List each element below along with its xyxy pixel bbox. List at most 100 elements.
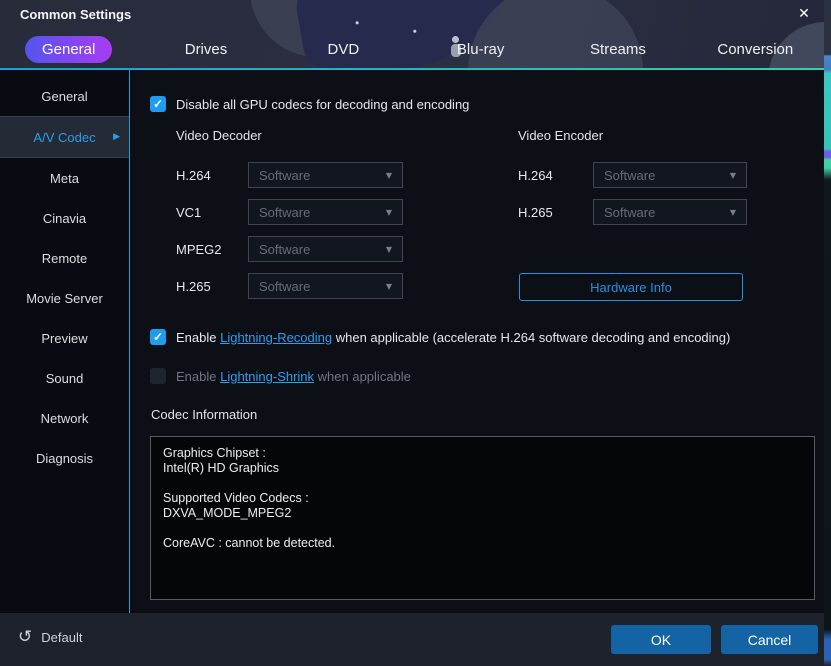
- chevron-right-icon: ▶: [113, 132, 120, 142]
- chevron-down-icon: ▼: [385, 170, 392, 180]
- chevron-down-icon: ▼: [729, 170, 736, 180]
- shrink-label-suffix: when applicable: [314, 368, 411, 384]
- window-title: Common Settings: [20, 7, 132, 22]
- encoder-codec-label: H.265: [518, 204, 553, 220]
- encoder-row-h-265: H.265 Software ▼: [518, 199, 747, 225]
- decoder-codec-label: H.265: [176, 278, 211, 294]
- sidebar-item-network[interactable]: Network: [0, 398, 129, 438]
- tab-bar: General Drives DVD Blu-ray Streams Conversion: [0, 30, 824, 68]
- dropdown-value: Software: [259, 204, 311, 220]
- shrink-label-prefix: Enable: [176, 368, 221, 384]
- dropdown-value: Software: [604, 167, 656, 183]
- chevron-down-icon: ▼: [385, 207, 392, 217]
- tab-conversion[interactable]: Conversion: [687, 30, 824, 68]
- sidebar-item-label: Cinavia: [42, 210, 87, 226]
- tab-label: Streams: [590, 40, 646, 58]
- reset-undo-icon: ↺: [18, 627, 33, 647]
- common-settings-dialog: Common Settings ✕ General Drives DVD Blu-ra…: [0, 0, 831, 666]
- tab-dvd[interactable]: DVD: [275, 30, 412, 68]
- lightning-shrink-link[interactable]: Lightning-Shrink: [220, 369, 314, 384]
- sidebar-item-label: General: [41, 88, 88, 104]
- cancel-button[interactable]: Cancel: [721, 625, 818, 654]
- decoder-select-vc1[interactable]: Software ▼: [248, 199, 403, 225]
- tab-blu-ray[interactable]: Blu-ray: [412, 30, 549, 68]
- sidebar-item-sound[interactable]: Sound: [0, 358, 129, 398]
- video-decoder-column: Video Decoder H.264 Software ▼ VC1 Software ▼…: [176, 128, 403, 310]
- sidebar-item-label: Meta: [50, 170, 79, 186]
- recoding-label-suffix: when applicable (accelerate H.264 softwa…: [332, 329, 731, 345]
- decoder-codec-label: H.264: [176, 167, 211, 183]
- sidebar-item-label: Movie Server: [26, 290, 103, 306]
- default-button[interactable]: ↺ Default: [18, 629, 82, 646]
- gpu-codecs-checkbox[interactable]: [150, 96, 166, 112]
- decoder-select-h-264[interactable]: Software ▼: [248, 162, 403, 188]
- header: Common Settings ✕ General Drives DVD Blu-ra…: [0, 0, 824, 70]
- tab-label: General: [24, 35, 113, 63]
- close-icon[interactable]: ✕: [794, 5, 814, 22]
- tab-drives[interactable]: Drives: [137, 30, 274, 68]
- sidebar-item-label: Remote: [41, 250, 88, 266]
- dropdown-value: Software: [259, 167, 311, 183]
- sidebar-item-remote[interactable]: Remote: [0, 238, 129, 278]
- encoder-select-h-264[interactable]: Software ▼: [593, 162, 747, 188]
- hardware-info-button[interactable]: Hardware Info: [519, 273, 743, 301]
- decoder-row-h-265: H.265 Software ▼: [176, 273, 403, 299]
- lightning-recoding-label: Enable Lightning-Recoding when applicabl…: [176, 330, 730, 345]
- decoder-row-h-264: H.264 Software ▼: [176, 162, 403, 188]
- sidebar-item-cinavia[interactable]: Cinavia: [0, 198, 129, 238]
- sidebar-item-movie-server[interactable]: Movie Server: [0, 278, 129, 318]
- sidebar-item-preview[interactable]: Preview: [0, 318, 129, 358]
- title-bar: Common Settings ✕: [0, 0, 824, 30]
- ok-button[interactable]: OK: [611, 625, 711, 654]
- sidebar-item-meta[interactable]: Meta: [0, 158, 129, 198]
- chevron-down-icon: ▼: [385, 281, 392, 291]
- gpu-codecs-row: Disable all GPU codecs for decoding and …: [150, 96, 469, 112]
- video-encoder-title: Video Encoder: [518, 128, 604, 143]
- video-decoder-rows: H.264 Software ▼ VC1 Software ▼ MPEG2 Software ▼…: [176, 162, 403, 299]
- video-encoder-column: Video Encoder H.264 Software ▼ H.265 Softwar…: [518, 128, 747, 236]
- video-decoder-title: Video Decoder: [176, 128, 262, 143]
- chevron-down-icon: ▼: [385, 244, 392, 254]
- sidebar-item-label: Diagnosis: [35, 450, 94, 466]
- sidebar-item-diagnosis[interactable]: Diagnosis: [0, 438, 129, 478]
- tab-general[interactable]: General: [0, 30, 137, 68]
- video-encoder-rows: H.264 Software ▼ H.265 Software ▼: [518, 162, 747, 225]
- decoder-row-mpeg2: MPEG2 Software ▼: [176, 236, 403, 262]
- chevron-down-icon: ▼: [729, 207, 736, 217]
- lightning-shrink-row: Enable Lightning-Shrink when applicable: [150, 368, 411, 384]
- tab-underline: [0, 68, 824, 70]
- codec-info-box[interactable]: Graphics Chipset : Intel(R) HD Graphics …: [150, 436, 815, 600]
- decoder-select-h-265[interactable]: Software ▼: [248, 273, 403, 299]
- window-edge-background: [824, 0, 831, 666]
- codec-information-title: Codec Information: [151, 407, 258, 422]
- lightning-recoding-link[interactable]: Lightning-Recoding: [220, 330, 332, 345]
- decoder-select-mpeg2[interactable]: Software ▼: [248, 236, 403, 262]
- sidebar-nav: General A/V Codec ▶ Meta Cinavia Remote Movie …: [0, 70, 130, 613]
- gpu-codecs-label: Disable all GPU codecs for decoding and …: [176, 96, 470, 112]
- encoder-codec-label: H.264: [518, 167, 553, 183]
- footer-bar: ↺ Default OK Cancel: [0, 613, 824, 666]
- sidebar-item-label: A/V Codec: [33, 129, 96, 145]
- dropdown-value: Software: [259, 241, 311, 257]
- decoder-codec-label: MPEG2: [176, 241, 222, 257]
- encoder-select-h-265[interactable]: Software ▼: [593, 199, 747, 225]
- decoder-row-vc1: VC1 Software ▼: [176, 199, 403, 225]
- sidebar-item-a-v-codec[interactable]: A/V Codec ▶: [0, 116, 129, 158]
- dropdown-value: Software: [604, 204, 656, 220]
- sidebar-item-general[interactable]: General: [0, 76, 129, 116]
- encoder-row-h-264: H.264 Software ▼: [518, 162, 747, 188]
- sidebar-item-label: Network: [40, 410, 89, 426]
- default-button-label: Default: [41, 630, 83, 645]
- lightning-recoding-checkbox[interactable]: [150, 329, 166, 345]
- recoding-label-prefix: Enable: [176, 329, 221, 345]
- sidebar-item-label: Sound: [45, 370, 84, 386]
- tab-label: Drives: [184, 40, 228, 58]
- decoder-codec-label: VC1: [176, 204, 202, 220]
- lightning-shrink-checkbox[interactable]: [150, 368, 166, 384]
- content-panel: Disable all GPU codecs for decoding and …: [131, 70, 824, 613]
- tab-label: Conversion: [717, 40, 794, 58]
- tab-streams[interactable]: Streams: [549, 30, 686, 68]
- lightning-recoding-row: Enable Lightning-Recoding when applicabl…: [150, 329, 730, 345]
- lightning-shrink-label: Enable Lightning-Shrink when applicable: [176, 369, 411, 384]
- tab-label: Blu-ray: [456, 40, 505, 58]
